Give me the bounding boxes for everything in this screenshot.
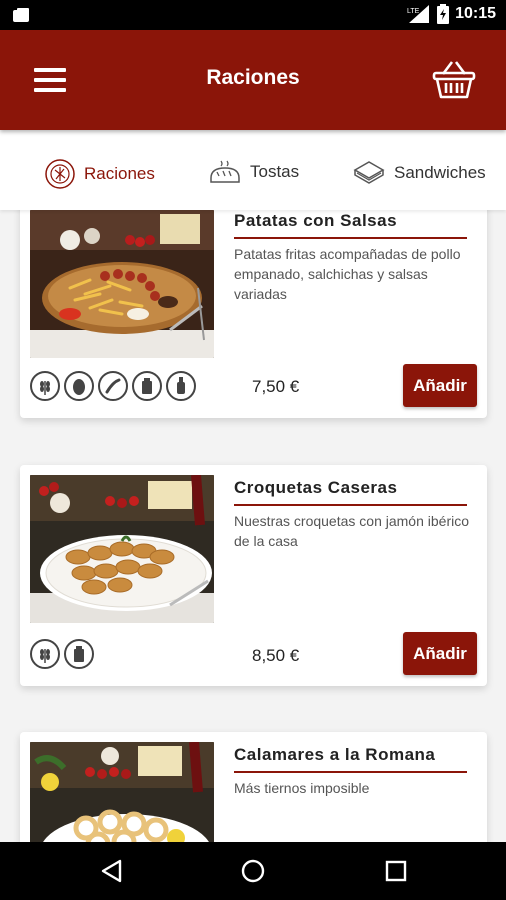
gluten-icon bbox=[30, 639, 60, 669]
app-bar: Raciones bbox=[0, 30, 506, 130]
allergen-list bbox=[30, 639, 94, 669]
product-description: Nuestras croquetas con jamón ibérico de … bbox=[234, 513, 470, 549]
sandwich-icon bbox=[353, 161, 385, 184]
milk-icon bbox=[132, 371, 162, 401]
tab-label: Sandwiches bbox=[394, 163, 486, 182]
product-price: 7,50 € bbox=[252, 377, 300, 396]
product-description: Patatas fritas acompañadas de pollo empa… bbox=[234, 246, 461, 302]
basket-icon bbox=[432, 61, 476, 99]
product-price: 8,50 € bbox=[252, 646, 300, 665]
allergen-list bbox=[30, 371, 196, 401]
tab-sandwiches[interactable]: Sandwiches bbox=[352, 158, 486, 188]
basket-button[interactable] bbox=[432, 58, 476, 100]
notification-icon bbox=[13, 8, 29, 22]
product-photo bbox=[30, 210, 214, 358]
battery-icon bbox=[437, 4, 450, 24]
tab-label: Raciones bbox=[84, 164, 155, 183]
product-card: Calamares a la Romana Más tiernos imposi… bbox=[20, 732, 487, 842]
gluten-icon bbox=[30, 371, 60, 401]
recents-button[interactable] bbox=[384, 859, 408, 883]
category-tabs: Raciones Tostas Sandwiches bbox=[0, 130, 506, 210]
bread-icon bbox=[210, 160, 240, 183]
product-name: Patatas con Salsas bbox=[234, 211, 398, 230]
product-description: Más tiernos imposible bbox=[234, 780, 370, 796]
plate-icon bbox=[45, 159, 75, 189]
product-photo bbox=[30, 742, 214, 842]
tab-label: Tostas bbox=[250, 162, 300, 181]
product-name: Croquetas Caseras bbox=[234, 478, 398, 497]
mustard-icon bbox=[166, 371, 196, 401]
tab-tostas[interactable]: Tostas bbox=[208, 158, 299, 186]
product-card: Patatas con Salsas Patatas fritas acompa… bbox=[20, 210, 487, 418]
product-card: Croquetas Caseras Nuestras croquetas con… bbox=[20, 465, 487, 686]
add-to-cart-button[interactable]: Añadir bbox=[403, 632, 477, 675]
egg-icon bbox=[64, 371, 94, 401]
product-photo bbox=[30, 475, 214, 623]
product-name: Calamares a la Romana bbox=[234, 745, 436, 764]
navigation-bar bbox=[0, 842, 506, 900]
back-triangle-icon bbox=[101, 859, 122, 883]
back-button[interactable] bbox=[100, 859, 124, 883]
title-divider bbox=[234, 771, 467, 773]
status-bar: LTE 10:15 bbox=[0, 0, 506, 30]
title-divider bbox=[234, 237, 467, 239]
milk-icon bbox=[64, 639, 94, 669]
page-title: Raciones bbox=[206, 66, 300, 89]
home-button[interactable] bbox=[241, 859, 265, 883]
title-divider bbox=[234, 504, 467, 506]
lte-signal-icon: LTE bbox=[407, 5, 430, 23]
sesame-icon bbox=[98, 371, 128, 401]
tab-raciones[interactable]: Raciones bbox=[44, 158, 155, 190]
recents-square-icon bbox=[385, 860, 407, 882]
add-to-cart-button[interactable]: Añadir bbox=[403, 364, 477, 407]
clock: 10:15 bbox=[455, 5, 496, 22]
home-circle-icon bbox=[241, 859, 265, 883]
product-list[interactable]: Patatas con Salsas Patatas fritas acompa… bbox=[0, 210, 506, 842]
svg-text:LTE: LTE bbox=[407, 8, 420, 15]
